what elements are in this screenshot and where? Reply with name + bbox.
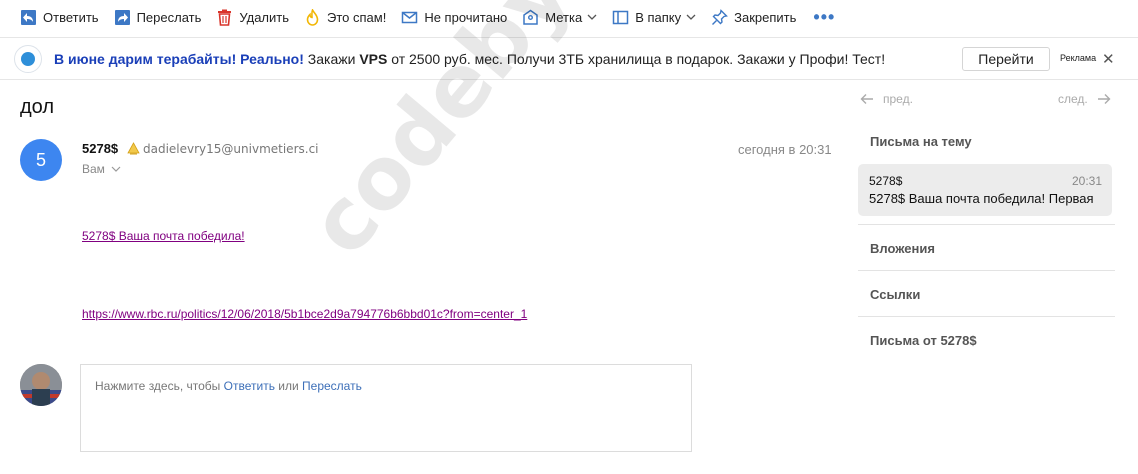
ad-banner: В июне дарим терабайты! Реально! Закажи …	[0, 37, 1138, 80]
thread-list-item[interactable]: 5278$ 20:31 5278$ Ваша почта победила! П…	[858, 164, 1112, 216]
toolbar: Ответить Переслать Удалить Это спам! Не …	[0, 0, 1138, 34]
message-subject: дол	[20, 96, 55, 118]
sender-avatar[interactable]: 5	[20, 139, 62, 181]
chevron-down-icon	[111, 166, 121, 172]
tag-icon	[523, 9, 539, 25]
advertiser-logo	[14, 44, 42, 73]
messages-from-sender-section[interactable]: Письма от 5278$	[870, 333, 977, 348]
trash-icon	[218, 9, 232, 26]
sender-name[interactable]: 5278$	[82, 141, 118, 156]
more-actions-button[interactable]: •••	[813, 7, 835, 28]
folder-icon	[612, 10, 629, 24]
attachments-section[interactable]: Вложения	[870, 241, 935, 256]
warning-icon	[127, 142, 140, 155]
forward-button[interactable]: Переслать	[114, 9, 202, 26]
next-message-button[interactable]: след.	[1058, 91, 1112, 107]
pin-label: Закрепить	[734, 9, 797, 25]
label-dropdown[interactable]: Метка	[522, 9, 597, 26]
reply-prompt: Нажмите здесь, чтобы	[95, 379, 224, 393]
mark-unread-button[interactable]: Не прочитано	[401, 9, 507, 26]
arrow-right-icon	[1097, 94, 1111, 104]
close-icon[interactable]: ✕	[1102, 50, 1115, 68]
thread-section-title: Письма на тему	[870, 134, 972, 149]
user-avatar[interactable]	[20, 364, 62, 406]
forward-label: Переслать	[136, 9, 202, 25]
move-to-folder-dropdown[interactable]: В папку	[612, 9, 696, 26]
recipient-label: Вам	[82, 162, 105, 176]
envelope-icon	[402, 11, 418, 23]
reply-label: Ответить	[43, 9, 99, 25]
spam-label: Это спам!	[327, 9, 387, 25]
arrow-left-icon	[860, 94, 873, 104]
ad-text-part: Закажи	[303, 50, 360, 67]
forward-icon	[114, 9, 130, 25]
forward-link[interactable]: Переслать	[302, 379, 362, 393]
label-label: Метка	[545, 9, 583, 25]
reply-icon	[21, 9, 36, 25]
prev-label: пред.	[883, 92, 913, 106]
ad-text-part: от 2500 руб. мес. Получи 3ТБ хранилища в…	[387, 50, 886, 67]
reply-prompt-middle: или	[274, 379, 303, 393]
body-url-link[interactable]: https://www.rbc.ru/politics/12/06/2018/5…	[82, 307, 527, 321]
ad-text[interactable]: В июне дарим терабайты! Реально! Закажи …	[54, 51, 885, 67]
divider	[858, 224, 1115, 225]
divider	[858, 316, 1115, 317]
thread-item-subject: 5278$ Ваша почта победила! Первая	[869, 191, 1094, 206]
ad-go-button[interactable]: Перейти	[962, 47, 1050, 71]
ad-label[interactable]: Реклама	[1060, 53, 1096, 63]
pin-button[interactable]: Закрепить	[711, 8, 797, 26]
ad-text-bold: VPS	[359, 50, 388, 67]
sender-email[interactable]: dadielevry15@univmetiers.ci	[143, 142, 319, 156]
links-section[interactable]: Ссылки	[870, 287, 920, 302]
message-date: сегодня в 20:31	[738, 142, 832, 157]
next-label: след.	[1058, 92, 1088, 106]
quick-reply-box[interactable]: Нажмите здесь, чтобы Ответить или Пересл…	[80, 364, 692, 452]
unread-label: Не прочитано	[424, 9, 508, 25]
thread-item-time: 20:31	[1071, 174, 1102, 188]
reply-button[interactable]: Ответить	[20, 9, 99, 26]
delete-label: Удалить	[239, 9, 290, 25]
prev-message-button[interactable]: пред.	[859, 91, 913, 107]
spam-button[interactable]: Это спам!	[304, 8, 387, 26]
chevron-down-icon	[587, 14, 597, 20]
recipient-toggle[interactable]: Вам	[82, 162, 121, 176]
thread-item-sender: 5278$	[869, 174, 903, 188]
pin-icon	[712, 8, 729, 25]
folder-label: В папку	[635, 9, 682, 25]
chevron-down-icon	[686, 14, 696, 20]
divider	[858, 270, 1115, 271]
flame-icon	[306, 8, 319, 26]
body-link[interactable]: 5278$ Ваша почта победила!	[82, 229, 245, 243]
reply-link[interactable]: Ответить	[224, 379, 275, 393]
ad-headline: В июне дарим терабайты! Реально!	[54, 50, 304, 67]
delete-button[interactable]: Удалить	[216, 9, 289, 26]
